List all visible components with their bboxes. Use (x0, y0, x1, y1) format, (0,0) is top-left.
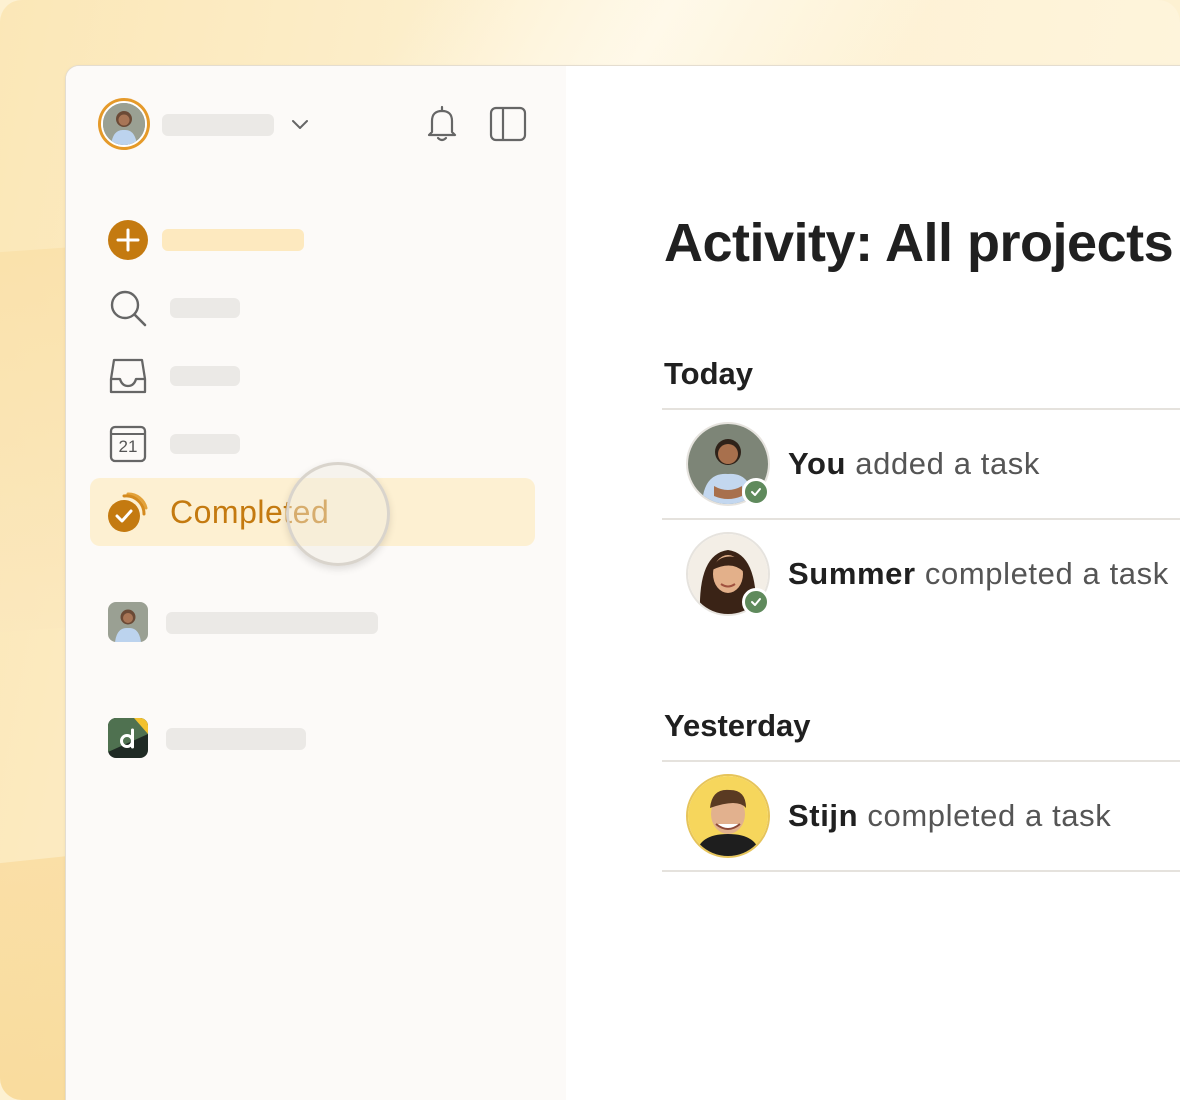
project-label-placeholder (166, 612, 378, 634)
inbox-label-placeholder (170, 366, 240, 386)
toggle-sidebar-icon[interactable] (488, 104, 528, 144)
main-content: Activity: All projects Today You added a… (566, 66, 1180, 1100)
activity-text: Stijn completed a task (788, 798, 1111, 834)
sidebar-item-add-task[interactable] (90, 206, 535, 274)
chevron-down-icon[interactable] (288, 112, 312, 136)
sidebar-header (98, 98, 538, 152)
inbox-icon (106, 354, 150, 398)
sidebar-nav: 21 Completed (90, 206, 535, 566)
app-window: 21 Completed Activity: All projects Toda… (65, 65, 1180, 1100)
activity-item[interactable]: You added a task (662, 410, 1180, 518)
sidebar-project-workspace[interactable] (108, 716, 528, 760)
activity-action: added a task (855, 446, 1041, 481)
avatar (686, 774, 770, 858)
plus-circle-icon (106, 218, 150, 262)
add-task-label-placeholder (162, 229, 304, 251)
bell-icon[interactable] (423, 104, 461, 144)
divider (662, 870, 1180, 872)
completed-badge-icon (742, 478, 770, 506)
page-title: Activity: All projects (664, 213, 1174, 273)
activity-actor: You (788, 446, 847, 481)
search-label-placeholder (170, 298, 240, 318)
sidebar-item-inbox[interactable] (90, 342, 535, 410)
today-label-placeholder (170, 434, 240, 454)
activity-action: completed a task (924, 556, 1169, 591)
section-heading-yesterday: Yesterday (664, 708, 811, 743)
completed-badge-icon (742, 588, 770, 616)
activity-text: Summer completed a task (788, 556, 1169, 592)
activity-actor: Stijn (788, 798, 859, 833)
activity-text: You added a task (788, 446, 1040, 482)
workspace-logo (108, 718, 148, 758)
project-avatar (108, 602, 148, 642)
user-avatar[interactable] (98, 98, 150, 150)
workspace-label-placeholder (166, 728, 306, 750)
activity-item[interactable]: Stijn completed a task (662, 762, 1180, 870)
completed-label: Completed (170, 493, 330, 530)
calendar-day: 21 (118, 437, 138, 456)
user-name-placeholder (162, 114, 274, 136)
section-heading-today: Today (664, 356, 753, 391)
completed-check-icon (106, 490, 150, 534)
sidebar-item-search[interactable] (90, 274, 535, 342)
activity-action: completed a task (867, 798, 1112, 833)
calendar-icon: 21 (106, 422, 150, 466)
sidebar-project-personal[interactable] (108, 600, 528, 644)
activity-item[interactable]: Summer completed a task (662, 520, 1180, 628)
activity-actor: Summer (788, 556, 916, 591)
sidebar: 21 Completed (66, 66, 566, 1100)
search-icon (106, 286, 150, 330)
sidebar-item-completed[interactable]: Completed (90, 462, 535, 566)
sidebar-item-today[interactable]: 21 (90, 410, 535, 478)
